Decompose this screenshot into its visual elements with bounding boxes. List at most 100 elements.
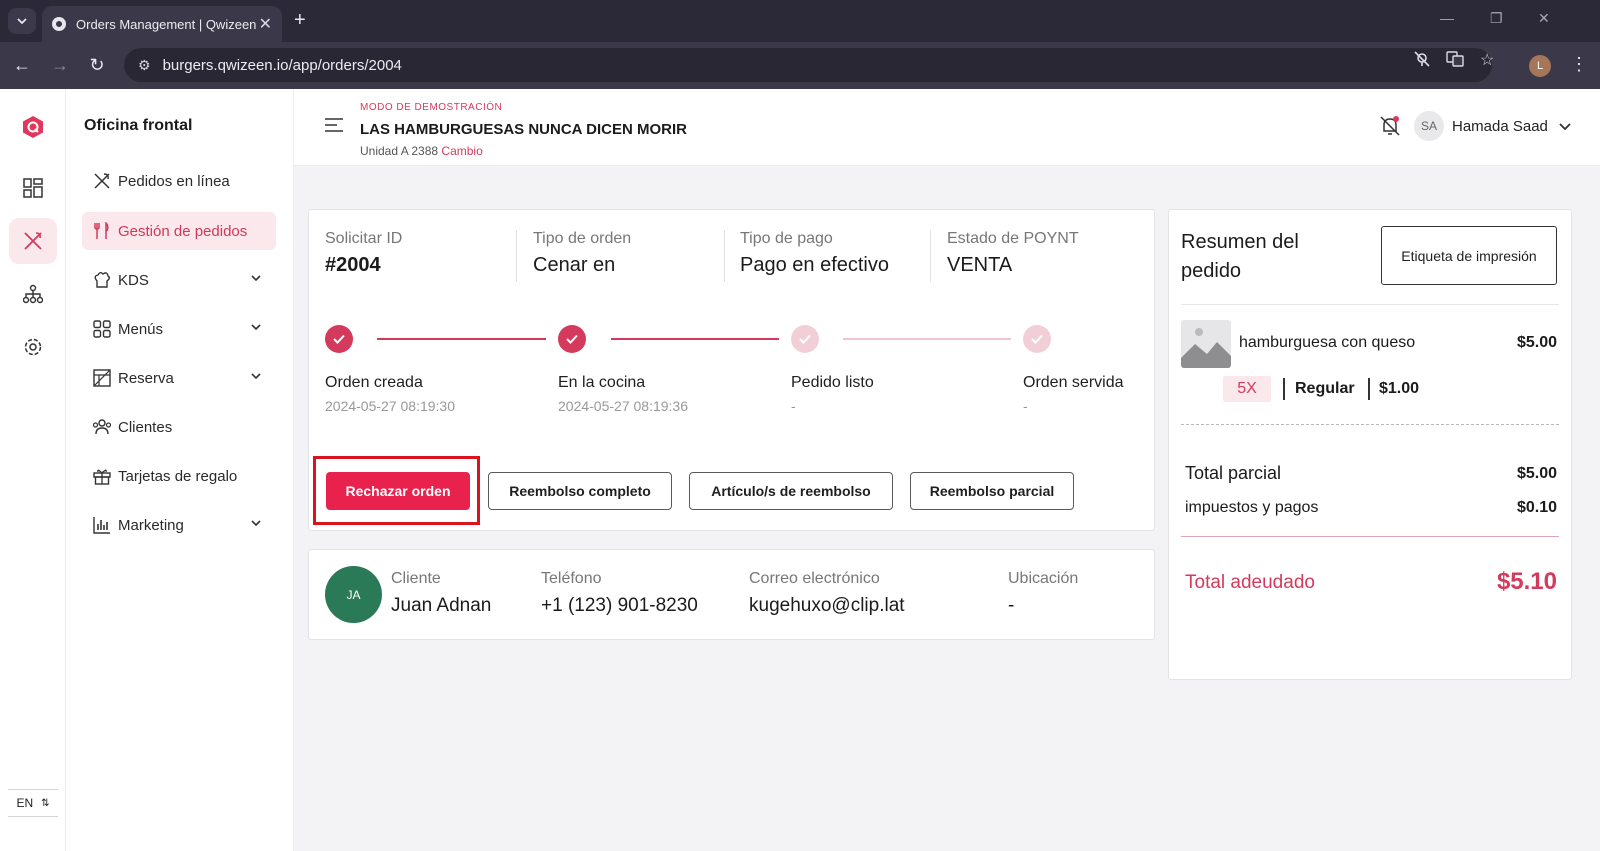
sidebar-item-menus[interactable]: Menús <box>82 310 276 348</box>
language-switcher[interactable]: EN ⇅ <box>8 789 58 817</box>
total-due-value: $5.10 <box>1496 568 1557 595</box>
store-name: LAS HAMBURGUESAS NUNCA DICEN MORIR <box>360 121 687 138</box>
sidebar-item-label: Clientes <box>118 418 173 436</box>
back-arrow-icon[interactable]: ← <box>10 55 34 76</box>
rail-front-office-button[interactable] <box>9 218 57 264</box>
rail-organization-button[interactable] <box>9 271 57 317</box>
info-label: Tipo de pago <box>740 230 833 247</box>
item-price: $5.00 <box>1516 334 1557 351</box>
address-bar[interactable]: ⚙ burgers.qwizeen.io/app/orders/2004 <box>124 48 1492 82</box>
reload-icon[interactable]: ↻ <box>85 55 109 76</box>
sidebar-item-customers[interactable]: Clientes <box>82 408 276 446</box>
unit-text: Unidad A 2388 <box>360 144 439 158</box>
user-name[interactable]: Hamada Saad <box>1452 118 1548 135</box>
customer-value: - <box>1008 595 1015 616</box>
sidebar-item-label: Pedidos en línea <box>118 172 230 190</box>
minimize-icon[interactable]: — <box>1440 10 1454 26</box>
browser-menu-icon[interactable]: ⋮ <box>1570 54 1588 75</box>
partial-refund-button[interactable]: Reembolso parcial <box>910 472 1074 510</box>
chevron-down-icon[interactable] <box>1558 119 1572 133</box>
reject-order-button[interactable]: Rechazar orden <box>326 472 470 510</box>
tab-search-button[interactable] <box>8 8 36 34</box>
gear-icon <box>24 338 42 356</box>
dashboard-icon <box>23 178 43 198</box>
print-label-button[interactable]: Etiqueta de impresión <box>1381 226 1557 285</box>
new-tab-button[interactable]: + <box>294 9 306 32</box>
fork-knife-icon <box>92 221 112 241</box>
divider <box>930 230 931 282</box>
divider <box>1181 304 1559 305</box>
order-type-field: Tipo de orden Cenar en <box>533 230 631 277</box>
rail-settings-button[interactable] <box>9 324 57 370</box>
sidebar-item-label: KDS <box>118 271 149 289</box>
divider <box>516 230 517 282</box>
step-label: Orden servida <box>1023 374 1124 391</box>
subtotal-value: $5.00 <box>1516 465 1557 482</box>
sidebar-item-kds[interactable]: KDS <box>82 261 276 299</box>
customer-label: Teléfono <box>541 570 602 587</box>
order-id-field: Solicitar ID #2004 <box>325 230 402 277</box>
customer-card: JA Cliente Juan Adnan Teléfono +1 (123) … <box>308 549 1155 640</box>
step-connector <box>611 338 779 340</box>
app-header: MODO DE DEMOSTRACIÓN LAS HAMBURGUESAS NU… <box>294 89 1600 166</box>
step-ready-check-icon <box>791 325 819 353</box>
taxes-label: impuestos y pagos <box>1185 499 1319 516</box>
utensils-crossed-icon <box>92 171 112 191</box>
app-rail: EN ⇅ <box>0 89 66 851</box>
customer-phone-field: Teléfono +1 (123) 901-8230 <box>541 570 698 617</box>
step-created-check-icon <box>325 325 353 353</box>
chevron-down-icon <box>251 373 261 380</box>
item-quantity-badge: 5X <box>1223 376 1271 402</box>
step-label: Pedido listo <box>791 374 874 391</box>
customer-email-field: Correo electrónico kugehuxo@clip.lat <box>749 570 905 617</box>
sidebar-item-reservation[interactable]: Reserva <box>82 359 276 397</box>
profile-avatar[interactable]: L <box>1529 55 1551 77</box>
summary-title: Resumen del pedido <box>1181 231 1299 282</box>
front-office-sidebar: Oficina frontal Pedidos en línea Gestión… <box>66 89 294 851</box>
step-time: 2024-05-27 08:19:36 <box>558 398 688 414</box>
customer-value: +1 (123) 901-8230 <box>541 595 698 616</box>
info-label: Solicitar ID <box>325 230 403 247</box>
sidebar-item-gift-cards[interactable]: Tarjetas de regalo <box>82 457 276 495</box>
step-label: En la cocina <box>558 374 646 391</box>
order-details-card: Solicitar ID #2004 Tipo de orden Cenar e… <box>308 209 1155 531</box>
translate-icon[interactable] <box>1446 50 1464 73</box>
sidebar-item-label: Marketing <box>118 516 184 534</box>
sidebar-item-label: Menús <box>118 320 164 338</box>
item-refund-button[interactable]: Artículo/s de reembolso <box>689 472 893 510</box>
window-close-icon[interactable]: ✕ <box>1538 10 1550 27</box>
item-image-placeholder-icon <box>1181 320 1231 368</box>
sidebar-title: Oficina frontal <box>84 117 193 134</box>
browser-tab[interactable]: Orders Management | Qwizeen ✕ <box>42 6 282 42</box>
step-time: 2024-05-27 08:19:30 <box>325 398 455 414</box>
qwizeen-logo-icon[interactable] <box>22 115 44 139</box>
divider <box>724 230 725 282</box>
eye-off-icon[interactable] <box>1413 50 1431 73</box>
info-value: #2004 <box>325 254 381 276</box>
restore-icon[interactable]: ❐ <box>1490 10 1503 27</box>
info-value: Cenar en <box>533 254 616 276</box>
notifications-off-icon[interactable] <box>1379 115 1401 137</box>
browser-tab-bar: Orders Management | Qwizeen ✕ + — ❐ ✕ <box>0 0 1600 42</box>
change-unit-link[interactable]: Cambio <box>441 144 482 158</box>
chevron-down-icon <box>251 324 261 331</box>
info-value: VENTA <box>947 254 1013 276</box>
step-time: - <box>1023 398 1028 414</box>
language-toggle-icon: ⇅ <box>41 797 50 809</box>
rail-dashboard-button[interactable] <box>9 165 57 211</box>
item-name: hamburguesa con queso <box>1239 334 1416 351</box>
tab-close-icon[interactable]: ✕ <box>259 14 272 34</box>
full-refund-button[interactable]: Reembolso completo <box>488 472 672 510</box>
site-settings-icon[interactable]: ⚙ <box>138 57 151 74</box>
forward-arrow-icon[interactable]: → <box>48 55 72 76</box>
user-avatar[interactable]: SA <box>1414 111 1444 141</box>
hamburger-menu-icon[interactable] <box>324 117 344 133</box>
sidebar-item-online-orders[interactable]: Pedidos en línea <box>82 162 276 200</box>
bookmark-star-icon[interactable]: ☆ <box>1480 50 1494 70</box>
sidebar-item-label: Reserva <box>118 369 174 387</box>
url-text[interactable]: burgers.qwizeen.io/app/orders/2004 <box>163 57 402 74</box>
sidebar-item-order-management[interactable]: Gestión de pedidos <box>82 212 276 250</box>
sidebar-item-marketing[interactable]: Marketing <box>82 506 276 544</box>
customer-label: Cliente <box>391 570 441 587</box>
customer-value: kugehuxo@clip.lat <box>749 595 905 616</box>
